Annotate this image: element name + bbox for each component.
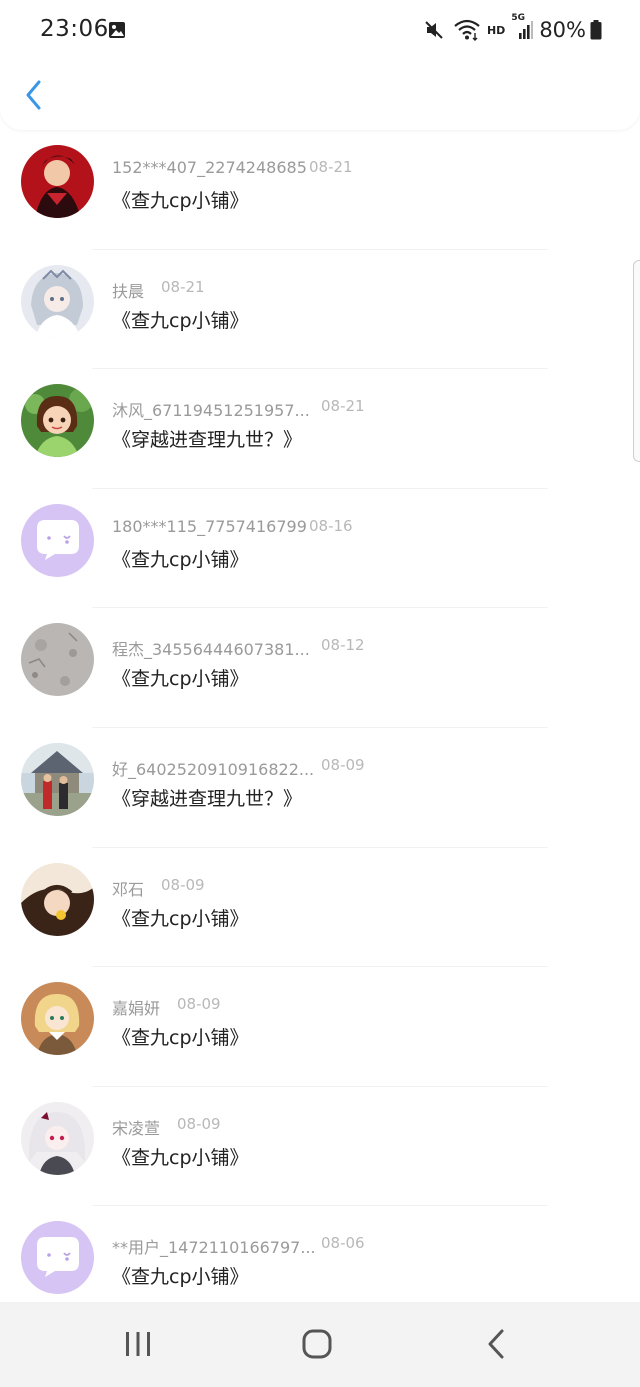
username: 扶晨: [112, 281, 145, 301]
list-item[interactable]: 好_6402520910916822... 08-09 《穿越进查理九世？》: [0, 728, 640, 848]
comment-date: 08-21: [161, 277, 205, 296]
username: **用户_1472110166797...: [112, 1238, 316, 1258]
avatar[interactable]: [21, 145, 94, 218]
username: 宋凌萱: [112, 1118, 161, 1138]
comment-date: 08-09: [161, 875, 205, 894]
list-item[interactable]: 180***115_7757416799 08-16 《查九cp小铺》: [0, 489, 640, 609]
cellular-type: 5G: [511, 13, 525, 23]
book-title[interactable]: 《查九cp小铺》: [112, 545, 249, 572]
username: 程杰_34556444607381...: [112, 640, 310, 660]
book-title[interactable]: 《穿越进查理九世？》: [112, 425, 302, 452]
avatar[interactable]: [21, 264, 94, 338]
screen: 23:06 HD 5G 80% 152***407_2274248685 08-…: [0, 0, 640, 1387]
gallery-notification-icon: [109, 22, 125, 38]
username: 180***115_7757416799: [112, 516, 307, 536]
avatar[interactable]: [21, 862, 94, 936]
navigation-bar: [0, 1302, 640, 1387]
comment-date: 08-21: [309, 158, 353, 176]
avatar[interactable]: [21, 503, 94, 577]
status-time: 23:06: [40, 16, 109, 42]
avatar[interactable]: [21, 623, 94, 697]
status-bar: 23:06 HD 5G 80%: [0, 0, 640, 62]
book-title[interactable]: 《查九cp小铺》: [112, 306, 249, 333]
list-item[interactable]: 沐风_67119451251957... 08-21 《穿越进查理九世？》: [0, 369, 640, 489]
username: 嘉娟妍: [112, 999, 161, 1019]
mute-icon: [423, 19, 445, 41]
cellular-signal-icon: 5G: [511, 13, 534, 41]
status-icons: HD 5G 80%: [423, 13, 602, 43]
book-title[interactable]: 《查九cp小铺》: [112, 664, 249, 691]
list-item[interactable]: 152***407_2274248685 08-21 《查九cp小铺》: [0, 130, 640, 250]
book-title[interactable]: 《查九cp小铺》: [112, 904, 249, 931]
list-item[interactable]: 邓石 08-09 《查九cp小铺》: [0, 848, 640, 968]
username: 152***407_2274248685: [112, 158, 307, 177]
username: 好_6402520910916822...: [112, 759, 315, 779]
comment-date: 08-09: [177, 995, 221, 1014]
book-title[interactable]: 《查九cp小铺》: [112, 186, 249, 213]
book-title[interactable]: 《查九cp小铺》: [112, 1262, 249, 1289]
comment-date: 08-21: [321, 397, 365, 416]
battery-percent: 80%: [539, 18, 586, 42]
comment-date: 08-09: [321, 755, 365, 774]
list-item[interactable]: 程杰_34556444607381... 08-12 《查九cp小铺》: [0, 608, 640, 728]
book-title[interactable]: 《查九cp小铺》: [112, 1023, 249, 1050]
back-icon[interactable]: [476, 1326, 516, 1362]
avatar[interactable]: [21, 384, 94, 458]
list-item[interactable]: 宋凌萱 08-09 《查九cp小铺》: [0, 1087, 640, 1207]
battery-icon: [590, 20, 602, 40]
hd-indicator: HD: [486, 23, 506, 37]
list-item[interactable]: 嘉娟妍 08-09 《查九cp小铺》: [0, 967, 640, 1087]
chevron-left-icon[interactable]: [22, 78, 46, 112]
comment-date: 08-12: [321, 636, 365, 655]
header: 23:06 HD 5G 80%: [0, 0, 640, 130]
book-title[interactable]: 《穿越进查理九世？》: [112, 784, 302, 811]
username: 邓石: [112, 879, 145, 899]
avatar[interactable]: [21, 1221, 94, 1295]
book-title[interactable]: 《查九cp小铺》: [112, 1143, 249, 1170]
home-icon[interactable]: [297, 1326, 337, 1362]
comment-date: 08-06: [321, 1234, 365, 1253]
comment-date: 08-16: [309, 516, 353, 535]
comment-date: 08-09: [177, 1114, 221, 1133]
recents-icon[interactable]: [118, 1326, 158, 1362]
avatar[interactable]: [21, 1101, 94, 1175]
wifi-icon: [453, 19, 481, 41]
comment-list: 152***407_2274248685 08-21 《查九cp小铺》 扶晨 0…: [0, 130, 640, 1326]
avatar[interactable]: [21, 742, 94, 816]
username: 沐风_67119451251957...: [112, 401, 310, 421]
avatar[interactable]: [21, 982, 94, 1056]
list-item[interactable]: 扶晨 08-21 《查九cp小铺》: [0, 250, 640, 370]
